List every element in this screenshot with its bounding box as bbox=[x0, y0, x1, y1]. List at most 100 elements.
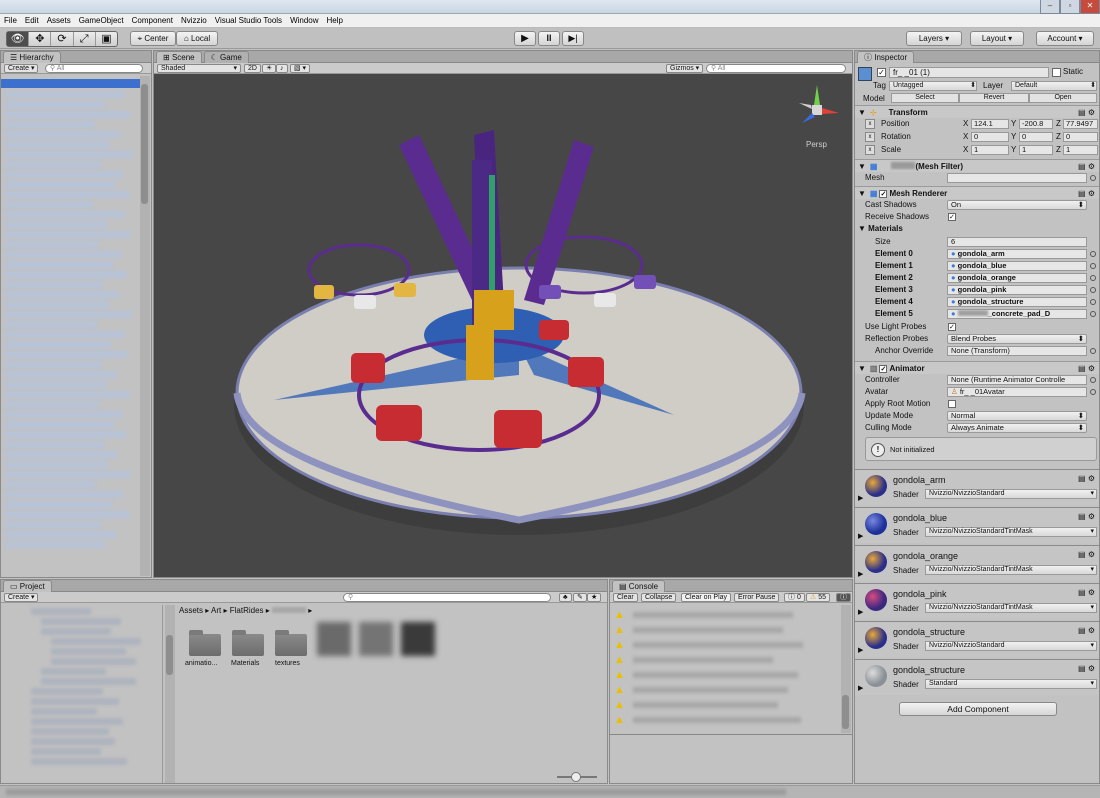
list-item[interactable] bbox=[51, 638, 141, 645]
object-picker-icon[interactable] bbox=[1090, 275, 1096, 281]
list-item[interactable] bbox=[5, 361, 102, 368]
menu-window[interactable]: Window bbox=[286, 14, 322, 28]
tab-hierarchy[interactable]: ☰ Hierarchy bbox=[3, 51, 61, 63]
list-item[interactable] bbox=[5, 371, 117, 378]
element-field[interactable]: ● gondola_arm bbox=[947, 249, 1087, 259]
scale-tool-icon[interactable]: ⤢ bbox=[74, 32, 96, 46]
tab-inspector[interactable]: ⓘ Inspector bbox=[857, 51, 915, 63]
enabled-checkbox[interactable]: ✓ bbox=[879, 365, 888, 373]
scale-z-field[interactable]: 1 bbox=[1063, 145, 1098, 155]
menu-nvizzio[interactable]: Nvizzio bbox=[177, 14, 211, 28]
pause-button[interactable]: II bbox=[538, 31, 560, 46]
shader-dropdown[interactable]: Nvizzio/NvizzioStandardTintMask ▾ bbox=[925, 565, 1097, 575]
menu-edit[interactable]: Edit bbox=[21, 14, 43, 28]
object-picker-icon[interactable] bbox=[1090, 377, 1096, 383]
warning-count-toggle[interactable]: ⚠ 55 bbox=[806, 593, 831, 602]
console-detail-area[interactable] bbox=[610, 734, 852, 783]
gizmos-dropdown[interactable]: Gizmos ▾ bbox=[666, 64, 704, 73]
anchor-override-field[interactable]: None (Transform) bbox=[947, 346, 1087, 356]
list-item[interactable] bbox=[5, 101, 105, 108]
list-item[interactable] bbox=[5, 401, 100, 408]
pivot-local-toggle[interactable]: ⌂ Local bbox=[176, 31, 218, 46]
menu-gameobject[interactable]: GameObject bbox=[75, 14, 128, 28]
list-item[interactable] bbox=[31, 608, 91, 615]
minimize-button[interactable]: ‒ bbox=[1040, 0, 1060, 14]
project-scroll-thumb[interactable] bbox=[166, 635, 173, 675]
shader-dropdown[interactable]: Standard ▾ bbox=[925, 679, 1097, 689]
list-item[interactable] bbox=[5, 141, 110, 148]
tab-game[interactable]: ☾ Game bbox=[203, 51, 249, 63]
object-picker-icon[interactable] bbox=[1090, 311, 1096, 317]
list-item[interactable] bbox=[5, 521, 101, 528]
component-settings-icon[interactable]: ▤ ⚙ bbox=[1078, 550, 1095, 559]
expand-arrow-icon[interactable]: ▶ bbox=[858, 608, 863, 616]
list-item[interactable] bbox=[5, 131, 120, 138]
hierarchy-selected-row[interactable] bbox=[1, 79, 141, 88]
persp-label[interactable]: Persp bbox=[806, 140, 827, 149]
list-item[interactable] bbox=[5, 161, 101, 168]
component-settings-icon[interactable]: ▤ ⚙ bbox=[1078, 664, 1095, 673]
list-item[interactable] bbox=[5, 421, 114, 428]
object-picker-icon[interactable] bbox=[1090, 175, 1096, 181]
list-item[interactable] bbox=[5, 331, 124, 338]
list-item[interactable] bbox=[5, 151, 133, 158]
menu-file[interactable]: File bbox=[0, 14, 21, 28]
component-settings-icon[interactable]: ▤ ⚙ bbox=[1078, 626, 1095, 635]
list-item[interactable] bbox=[41, 678, 136, 685]
list-item[interactable] bbox=[5, 231, 131, 238]
menu-assets[interactable]: Assets bbox=[43, 14, 75, 28]
audio-toggle-icon[interactable]: ♪ bbox=[276, 64, 288, 73]
list-item[interactable] bbox=[5, 381, 106, 388]
component-settings-icon[interactable]: ▤ ⚙ bbox=[1078, 474, 1095, 483]
expand-arrow-icon[interactable]: ▶ bbox=[858, 684, 863, 692]
shader-dropdown[interactable]: Nvizzio/NvizzioStandard ▾ bbox=[925, 489, 1097, 499]
reflection-probes-dropdown[interactable]: Blend Probes ⬍ bbox=[947, 334, 1087, 344]
list-item[interactable] bbox=[5, 291, 119, 298]
size-field[interactable]: 6 bbox=[947, 237, 1087, 247]
scale-x-field[interactable]: 1 bbox=[971, 145, 1009, 155]
hierarchy-scrollbar[interactable] bbox=[140, 76, 150, 576]
list-item[interactable] bbox=[5, 241, 99, 248]
hierarchy-create-button[interactable]: Create ▾ bbox=[4, 64, 39, 73]
step-button[interactable]: ▶| bbox=[562, 31, 584, 46]
transform-header[interactable]: ▼ ⊹ Transform ▤ ⚙ bbox=[855, 105, 1099, 118]
shader-dropdown[interactable]: Nvizzio/NvizzioStandardTintMask ▾ bbox=[925, 527, 1097, 537]
error-pause-toggle[interactable]: Error Pause bbox=[734, 593, 780, 602]
rotation-x-field[interactable]: 0 bbox=[971, 132, 1009, 142]
list-item[interactable] bbox=[5, 191, 129, 198]
expand-arrow-icon[interactable]: ▶ bbox=[858, 494, 863, 502]
scale-y-field[interactable]: 1 bbox=[1019, 145, 1053, 155]
active-checkbox[interactable]: ✓ bbox=[877, 68, 886, 77]
model-select-button[interactable]: Select bbox=[891, 93, 959, 103]
list-item[interactable] bbox=[5, 481, 96, 488]
list-item[interactable] bbox=[5, 471, 131, 478]
element-field[interactable]: ● gondola_orange bbox=[947, 273, 1087, 283]
menu-component[interactable]: Component bbox=[128, 14, 177, 28]
asset-thumbnail[interactable] bbox=[317, 622, 351, 656]
maximize-button[interactable]: ▫ bbox=[1060, 0, 1080, 14]
hierarchy-search-input[interactable]: ⚲ All bbox=[45, 64, 143, 73]
move-tool-icon[interactable]: ✥ bbox=[29, 32, 52, 46]
log-entry[interactable]: ▲ bbox=[610, 697, 842, 712]
object-picker-icon[interactable] bbox=[1090, 287, 1096, 293]
element-field[interactable]: ● gondola_pink bbox=[947, 285, 1087, 295]
animator-header[interactable]: ▼ ▥ ✓ Animator ▤ ⚙ bbox=[855, 361, 1099, 374]
tab-console[interactable]: ▤ Console bbox=[612, 580, 666, 592]
breadcrumb-art[interactable]: Art bbox=[211, 606, 221, 615]
update-mode-dropdown[interactable]: Normal ⬍ bbox=[947, 411, 1087, 421]
favorite-icon[interactable]: ★ bbox=[587, 593, 602, 602]
cast-shadows-dropdown[interactable]: On ⬍ bbox=[947, 200, 1087, 210]
list-item[interactable] bbox=[41, 618, 121, 625]
enabled-checkbox[interactable]: ✓ bbox=[879, 190, 888, 198]
layer-dropdown[interactable]: Default ⬍ bbox=[1011, 81, 1097, 91]
list-item[interactable] bbox=[41, 628, 111, 635]
use-light-probes-checkbox[interactable]: ✓ bbox=[948, 323, 956, 331]
list-item[interactable] bbox=[31, 688, 103, 695]
element-field[interactable]: ● gondola_structure bbox=[947, 297, 1087, 307]
list-item[interactable] bbox=[5, 311, 132, 318]
object-picker-icon[interactable] bbox=[1090, 389, 1096, 395]
log-entry[interactable]: ▲ bbox=[610, 637, 842, 652]
console-scrollbar[interactable] bbox=[841, 605, 851, 733]
list-item[interactable] bbox=[5, 491, 123, 498]
list-item[interactable] bbox=[31, 758, 127, 765]
